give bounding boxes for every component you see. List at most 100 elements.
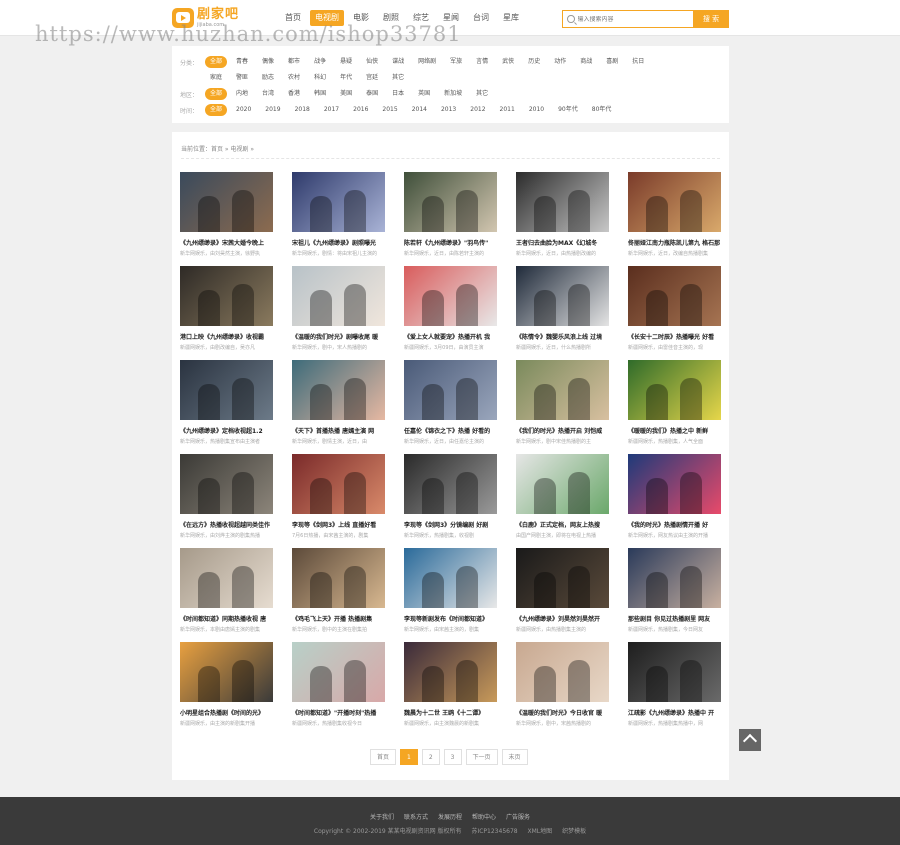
filter-time-option[interactable]: 2015 (377, 104, 402, 116)
back-to-top-button[interactable] (739, 729, 761, 751)
drama-thumbnail[interactable] (404, 360, 497, 420)
drama-thumbnail[interactable] (628, 548, 721, 608)
drama-card[interactable]: 《温暖的我们时光》今日收官 暖新华网娱乐，剧中，宋茜热播剧的 (516, 642, 609, 736)
filter-time-option[interactable]: 2016 (348, 104, 373, 116)
page-number-button[interactable]: 1 (400, 749, 418, 765)
sitemap-link[interactable]: XML地图 (528, 828, 553, 835)
drama-card[interactable]: 港口上映《九州缥缈录》收视霸 新疆网娱乐，由剧改编自，吴亦凡 (180, 266, 273, 360)
drama-title[interactable]: 《陈情令》魏婴乐风浪上线 过境 (516, 332, 609, 341)
drama-title[interactable]: 《温暖的我们时光》剧曝收尾 暖 (292, 332, 385, 341)
footer-link[interactable]: 帮助中心 (472, 814, 496, 821)
filter-region-option[interactable]: 日本 (387, 88, 409, 100)
filter-time-option[interactable]: 2019 (260, 104, 285, 116)
drama-thumbnail[interactable] (292, 548, 385, 608)
filter-type-option[interactable]: 青春 (231, 56, 253, 68)
drama-title[interactable]: 小明星组合热播剧《时间的光》 (180, 708, 273, 717)
drama-card[interactable]: 《天下》首播热播 唐嫣主演 网新华网娱乐，剧情主演，近日，由 (292, 360, 385, 454)
footer-link[interactable]: 关于我们 (370, 814, 394, 821)
filter-type-option[interactable]: 动作 (549, 56, 571, 68)
page-number-button[interactable]: 2 (421, 749, 440, 765)
drama-title[interactable]: 陈若轩《九州缥缈录》"羽鸟传" (404, 238, 497, 247)
filter-type-option[interactable]: 家庭 (205, 72, 227, 84)
drama-title[interactable]: 任嘉伦《锦衣之下》热播 好看的 (404, 426, 497, 435)
filter-time-option[interactable]: 2017 (319, 104, 344, 116)
drama-title[interactable]: 李现等新剧发布《时间都知道》 (404, 614, 497, 623)
drama-thumbnail[interactable] (292, 454, 385, 514)
drama-thumbnail[interactable] (516, 360, 609, 420)
drama-thumbnail[interactable] (628, 642, 721, 702)
filter-type-option[interactable]: 军旅 (445, 56, 467, 68)
filter-time-option[interactable]: 2013 (436, 104, 461, 116)
filter-type-option[interactable]: 其它 (387, 72, 409, 84)
drama-title[interactable]: 魏晨为十二世 王鸥《十二谭》 (404, 708, 497, 717)
drama-title[interactable]: 那些剧目 你见过热播剧里 网友 (628, 614, 721, 623)
drama-card[interactable]: 《长安十二时辰》热播曝光 好看 新疆网娱乐，由雷佳音主演的，现 (628, 266, 721, 360)
drama-card[interactable]: 《我的时光》热播剧情开播 好新华网娱乐，网友热议由主演的开播 (628, 454, 721, 548)
filter-region-option[interactable]: 全部 (205, 88, 228, 100)
drama-card[interactable]: 《我们的时光》热播开启 刘恺威 新华网娱乐，剧中宋佳热播剧的主 (516, 360, 609, 454)
filter-region-option[interactable]: 英国 (413, 88, 435, 100)
filter-type-option[interactable]: 商战 (575, 56, 597, 68)
filter-type-option[interactable]: 都市 (283, 56, 305, 68)
drama-thumbnail[interactable] (628, 172, 721, 232)
drama-title[interactable]: 《我们的时光》热播开启 刘恺威 (516, 426, 609, 435)
drama-thumbnail[interactable] (292, 360, 385, 420)
drama-card[interactable]: 《暖暖的我们》热播之中 新鲜 新疆网娱乐，热播剧集，人气全面 (628, 360, 721, 454)
filter-type-option[interactable]: 全部 (205, 56, 228, 68)
filter-type-option[interactable]: 战争 (309, 56, 331, 68)
drama-thumbnail[interactable] (404, 642, 497, 702)
filter-type-option[interactable]: 年代 (335, 72, 357, 84)
drama-title[interactable]: 《温暖的我们时光》今日收官 暖 (516, 708, 609, 717)
filter-region-option[interactable]: 其它 (471, 88, 493, 100)
search-input[interactable] (577, 15, 693, 23)
drama-card[interactable]: 王者归去曲脸为MAX《幻城冬 新华网娱乐，近日，由热播剧改编的 (516, 172, 609, 266)
filter-region-option[interactable]: 香港 (283, 88, 305, 100)
drama-thumbnail[interactable] (628, 266, 721, 326)
drama-card[interactable]: 任嘉伦《锦衣之下》热播 好看的 新华网娱乐，近日，由任嘉伦主演的 (404, 360, 497, 454)
drama-thumbnail[interactable] (180, 360, 273, 420)
drama-title[interactable]: 《天下》首播热播 唐嫣主演 网 (292, 426, 385, 435)
drama-card[interactable]: 宋祖儿《九州缥缈录》剧照曝光 新华网娱乐，剧情：将由宋祖儿主演的 (292, 172, 385, 266)
filter-type-option[interactable]: 悬疑 (335, 56, 357, 68)
drama-thumbnail[interactable] (404, 172, 497, 232)
drama-title[interactable]: 《白鹿》正式定档，网友上热搜 (516, 520, 609, 529)
filter-time-option[interactable]: 80年代 (587, 104, 617, 116)
nav-item-6[interactable]: 台词 (468, 10, 494, 26)
drama-thumbnail[interactable] (404, 266, 497, 326)
drama-title[interactable]: 李现等《剑网3》上线 直播好看 (292, 520, 385, 529)
search-button[interactable]: 搜 索 (693, 10, 729, 28)
drama-thumbnail[interactable] (516, 548, 609, 608)
filter-region-option[interactable]: 美国 (335, 88, 357, 100)
drama-card[interactable]: 陈若轩《九州缥缈录》"羽鸟传" 新华网娱乐，近日，由陈若轩主演的 (404, 172, 497, 266)
drama-card[interactable]: 《在远方》热播收视超越同类佳作 新华网娱乐，由刘烨主演的剧集热播 (180, 454, 273, 548)
drama-thumbnail[interactable] (516, 454, 609, 514)
filter-type-option[interactable]: 科幻 (309, 72, 331, 84)
filter-time-option[interactable]: 2020 (231, 104, 256, 116)
filter-region-option[interactable]: 台湾 (257, 88, 279, 100)
filter-time-option[interactable]: 90年代 (553, 104, 583, 116)
drama-title[interactable]: 《时间都知道》"开播时刻"热播 (292, 708, 385, 717)
drama-title[interactable]: 《在远方》热播收视超越同类佳作 (180, 520, 273, 529)
drama-card[interactable]: 小明星组合热播剧《时间的光》 新疆网娱乐，由主演的新剧集开播 (180, 642, 273, 736)
drama-title[interactable]: 《九州缥缈录》刘昊然刘昊然开 (516, 614, 609, 623)
drama-thumbnail[interactable] (180, 548, 273, 608)
drama-thumbnail[interactable] (292, 266, 385, 326)
drama-card[interactable]: 《爱上女人就要宠》热播开机 我新疆网娱乐，3月09日，由演员主演 (404, 266, 497, 360)
footer-link[interactable]: 发展历程 (438, 814, 462, 821)
drama-title[interactable]: 李现等《剑网3》分镜编剧 好剧 (404, 520, 497, 529)
filter-region-option[interactable]: 内地 (231, 88, 253, 100)
filter-type-option[interactable]: 历史 (523, 56, 545, 68)
drama-card[interactable]: 江疏影《九州缥缈录》热播中 开新疆网娱乐，热播剧集热播中，网 (628, 642, 721, 736)
filter-region-option[interactable]: 韩国 (309, 88, 331, 100)
drama-thumbnail[interactable] (180, 642, 273, 702)
drama-thumbnail[interactable] (180, 172, 273, 232)
drama-card[interactable]: 《九州缥缈录》刘昊然刘昊然开 新疆网娱乐，由热播剧集主演的 (516, 548, 609, 642)
drama-card[interactable]: 《时间都知道》同期热播收视 唐新华网娱乐，本剧由唐嫣主演的剧集 (180, 548, 273, 642)
filter-time-option[interactable]: 2010 (524, 104, 549, 116)
drama-card[interactable]: 《九州缥缈录》定档收视超1.2 新华网娱乐，热播剧集宣布由主演者 (180, 360, 273, 454)
drama-card[interactable]: 魏晨为十二世 王鸥《十二谭》 新疆网娱乐，由主演魏晨的新剧集 (404, 642, 497, 736)
drama-title[interactable]: 《九州缥缈录》定档收视超1.2 (180, 426, 273, 435)
drama-thumbnail[interactable] (404, 548, 497, 608)
drama-title[interactable]: 《鸡毛飞上天》开播 热播剧集 (292, 614, 385, 623)
drama-card[interactable]: 《九州缥缈录》宋茜大婚今晚上 新华网娱乐，由刘昊然主演，徐野执 (180, 172, 273, 266)
